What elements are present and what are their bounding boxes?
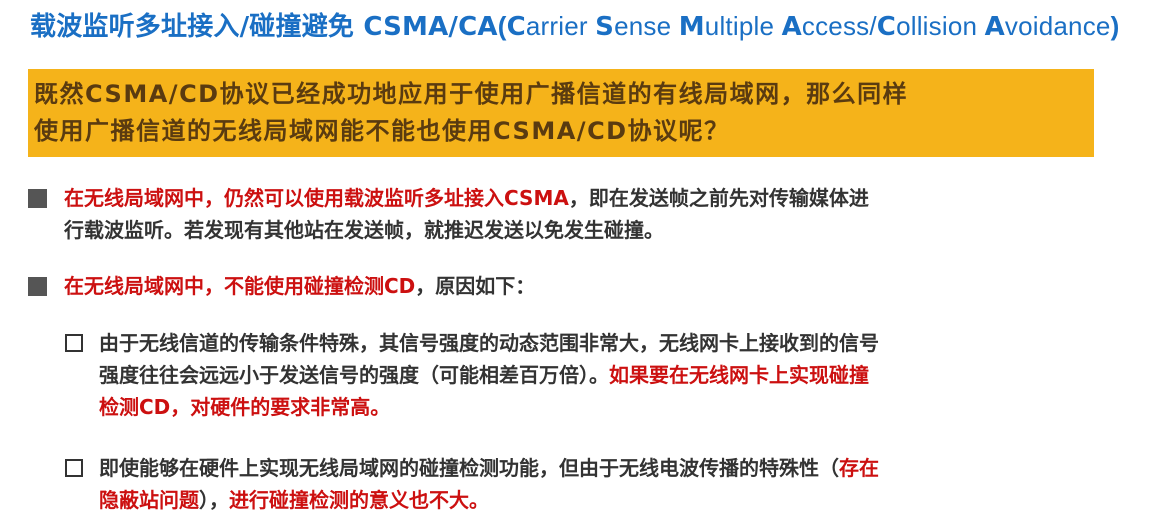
reason-1-line-1: 由于无线信道的传输条件特殊，其信号强度的动态范围非常大，无线网卡上接收到的信号 (99, 331, 879, 355)
bullet-2-line-1: 在无线局域网中，不能使用碰撞检测CD，原因如下： (64, 270, 535, 302)
reason-2-punct: ）， (199, 488, 229, 512)
reason-1-highlight: 如果要在无线网卡上实现碰撞 (609, 363, 869, 387)
reason-1-line-2: 强度往往会远远小于发送信号的强度（可能相差百万倍）。如果要在无线网卡上实现碰撞 (99, 359, 869, 391)
reason-2-highlight-conclusion: 进行碰撞检测的意义也不大。 (229, 488, 489, 512)
reason-signal-strength: 由于无线信道的传输条件特殊，其信号强度的动态范围非常大，无线网卡上接收到的信号 … (65, 327, 1145, 423)
bullet-1-text: ，即在发送帧之前先对传输媒体进 (568, 186, 869, 210)
reason-2-line-2: 隐蔽站问题），进行碰撞检测的意义也不大。 (99, 484, 489, 516)
question-banner: 既然CSMA/CD协议已经成功地应用于使用广播信道的有线局域网，那么同样 使用广… (28, 69, 1094, 157)
bullet-cd-unusable: 在无线局域网中，不能使用碰撞检测CD，原因如下： (28, 270, 1128, 302)
question-line-2: 使用广播信道的无线局域网能不能也使用CSMA/CD协议呢？ (34, 117, 730, 145)
title-word-carrier: arrier (525, 11, 596, 41)
reason-2-line-1: 即使能够在硬件上实现无线局域网的碰撞检测功能，但由于无线电波传播的特殊性（存在 (99, 452, 879, 484)
title-word-sense: ense (614, 11, 679, 41)
title-letter-a2: A (984, 12, 1005, 42)
title-close-paren: ) (1110, 11, 1120, 41)
reason-hidden-station: 即使能够在硬件上实现无线局域网的碰撞检测功能，但由于无线电波传播的特殊性（存在 … (65, 452, 1145, 516)
title-letter-c2: C (876, 12, 897, 42)
title-letter-s: S (595, 12, 615, 42)
title-word-avoidance: voidance (1004, 11, 1111, 41)
title-letter-m: M (678, 12, 705, 42)
title-main: 载波监听多址接入/碰撞避免 CSMA/CA (30, 12, 498, 42)
title-word-access: ccess/ (801, 11, 877, 41)
title-word-multiple: ultiple (704, 11, 782, 41)
title-letter-c: C (506, 12, 526, 42)
bullet-2-highlight: 在无线局域网中，不能使用碰撞检测CD (64, 274, 416, 298)
checkbox-outline-icon (65, 459, 83, 477)
title-letter-a: A (781, 12, 802, 42)
reason-2-highlight-hidden-station: 隐蔽站问题 (99, 488, 199, 512)
bullet-1-line-1: 在无线局域网中，仍然可以使用载波监听多址接入CSMA，即在发送帧之前先对传输媒体… (64, 182, 869, 214)
slide-title: 载波监听多址接入/碰撞避免 CSMA/CA(Carrier Sense Mult… (30, 6, 1119, 43)
reason-1-text: 强度往往会远远小于发送信号的强度（可能相差百万倍）。 (99, 363, 609, 387)
title-word-collision: ollision (896, 11, 985, 41)
reason-2-highlight: 存在 (839, 456, 879, 480)
bullet-square-icon (28, 277, 47, 296)
bullet-2-text: ，原因如下： (415, 274, 536, 298)
bullet-1-line-2: 行载波监听。若发现有其他站在发送帧，就推迟发送以免发生碰撞。 (64, 218, 664, 242)
bullet-1-highlight: 在无线局域网中，仍然可以使用载波监听多址接入CSMA (64, 186, 569, 210)
title-open-paren: ( (497, 11, 507, 41)
bullet-square-icon (28, 189, 47, 208)
bullet-csma-usable: 在无线局域网中，仍然可以使用载波监听多址接入CSMA，即在发送帧之前先对传输媒体… (28, 182, 1128, 246)
checkbox-outline-icon (65, 334, 83, 352)
reason-1-line-3: 检测CD，对硬件的要求非常高。 (99, 395, 391, 419)
reason-2-text: 即使能够在硬件上实现无线局域网的碰撞检测功能，但由于无线电波传播的特殊性（ (99, 456, 839, 480)
question-line-1: 既然CSMA/CD协议已经成功地应用于使用广播信道的有线局域网，那么同样 (34, 80, 909, 108)
